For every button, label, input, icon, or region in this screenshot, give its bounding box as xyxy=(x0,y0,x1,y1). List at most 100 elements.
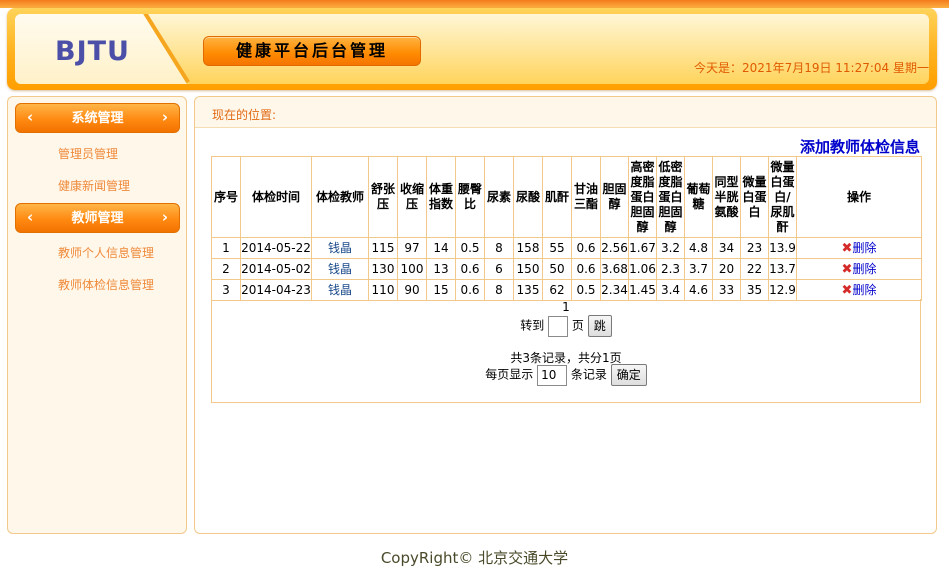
action-cell: ✖删除 xyxy=(796,237,922,259)
action-cell: ✖删除 xyxy=(796,258,922,280)
column-header: 腰臀比 xyxy=(455,156,485,238)
confirm-button[interactable]: 确定 xyxy=(610,364,647,386)
table-cell: 2 xyxy=(211,258,241,280)
table-cell: 33 xyxy=(712,279,741,301)
delete-icon: ✖ xyxy=(841,261,853,277)
sidebar-group-label: 系统管理 xyxy=(71,111,124,126)
table-cell: 13.7 xyxy=(768,258,797,280)
table-body: 1 2014-05-22 钱晶 115 97 14 0.5 8 158 55 0.6 2.56 1.67… xyxy=(211,237,922,301)
table-cell: 158 xyxy=(513,237,543,259)
table-cell: 1.67 xyxy=(628,237,657,259)
table-cell: 4.6 xyxy=(684,279,713,301)
table-cell: 2.34 xyxy=(600,279,629,301)
table-cell: 3.7 xyxy=(684,258,713,280)
header-top-strip xyxy=(0,0,949,8)
sidebar-item-admin[interactable]: 管理员管理 xyxy=(58,145,118,162)
table-cell: 35 xyxy=(740,279,769,301)
table-cell: 23 xyxy=(740,237,769,259)
chevron-right-icon: › xyxy=(161,208,168,226)
delete-button[interactable]: ✖删除 xyxy=(841,240,877,256)
table-cell: 2014-05-02 xyxy=(240,258,312,280)
table-cell: 150 xyxy=(513,258,543,280)
column-header: 体检时间 xyxy=(240,156,312,238)
table-cell: 90 xyxy=(397,279,427,301)
goto-suffix: 页 xyxy=(571,318,584,333)
table-cell: 1.45 xyxy=(628,279,657,301)
sidebar-group-teacher[interactable]: ‹ 教师管理 › xyxy=(15,203,180,233)
table-cell: 3.4 xyxy=(656,279,685,301)
table-cell: 6 xyxy=(484,258,514,280)
column-header: 高密度脂蛋白胆固醇 xyxy=(628,156,657,238)
column-header: 微量白蛋白 xyxy=(740,156,769,238)
delete-label: 删除 xyxy=(852,282,877,297)
exam-table: 序号 体检时间 体检教师 舒张压 收缩压 体重指数 腰臀比 尿素 尿酸 肌酐 甘… xyxy=(211,156,922,301)
delete-icon: ✖ xyxy=(841,282,853,298)
table-cell: 110 xyxy=(368,279,398,301)
table-cell: 62 xyxy=(542,279,572,301)
table-cell: 1 xyxy=(211,237,241,259)
per-page-row: 每页显示 10 条记录 确定 xyxy=(212,364,920,386)
column-header: 同型半胱氨酸 xyxy=(712,156,741,238)
table-cell: 2014-05-22 xyxy=(240,237,312,259)
sidebar-group-label: 教师管理 xyxy=(71,211,124,226)
table-cell: 2014-04-23 xyxy=(240,279,312,301)
delete-button[interactable]: ✖删除 xyxy=(841,282,877,298)
delete-icon: ✖ xyxy=(841,240,853,256)
header-inner: BJTU 健康平台后台管理 今天是：2021年7月19日 11:27:04 星期… xyxy=(15,14,929,84)
table-cell: 20 xyxy=(712,258,741,280)
table-cell: 0.6 xyxy=(455,258,485,280)
column-header: 甘油三酯 xyxy=(571,156,601,238)
table-cell: 12.9 xyxy=(768,279,797,301)
goto-page-input[interactable] xyxy=(548,315,569,337)
delete-button[interactable]: ✖删除 xyxy=(841,261,877,277)
goto-prefix: 转到 xyxy=(520,318,545,333)
footer-copyright: CopyRight© 北京交通大学 xyxy=(380,549,569,567)
column-header: 尿酸 xyxy=(513,156,543,238)
column-header: 操作 xyxy=(796,156,922,238)
chevron-right-icon: › xyxy=(161,108,168,126)
current-date: 今天是：2021年7月19日 11:27:04 星期一 xyxy=(694,61,929,75)
table-cell: 130 xyxy=(368,258,398,280)
table-cell: 2.3 xyxy=(656,258,685,280)
column-header: 低密度脂蛋白胆固醇 xyxy=(656,156,685,238)
table-cell: 3.2 xyxy=(656,237,685,259)
per-page-suffix: 条记录 xyxy=(570,367,607,382)
table-cell: 0.5 xyxy=(455,237,485,259)
column-header: 胆固醇 xyxy=(600,156,629,238)
sidebar-item-teacher-info[interactable]: 教师个人信息管理 xyxy=(58,244,154,261)
table-cell: 34 xyxy=(712,237,741,259)
table-cell: 55 xyxy=(542,237,572,259)
table-cell: 8 xyxy=(484,279,514,301)
table-cell: 13.9 xyxy=(768,237,797,259)
table-cell: 15 xyxy=(426,279,456,301)
teacher-name-cell: 钱晶 xyxy=(311,237,369,259)
table-cell: 8 xyxy=(484,237,514,259)
sidebar: ‹ 系统管理 › 管理员管理 健康新闻管理 ‹ 教师管理 › 教师个人信息管理 … xyxy=(7,96,187,534)
goto-button[interactable]: 跳 xyxy=(587,315,612,337)
per-page-prefix: 每页显示 xyxy=(485,367,534,382)
main-content: 现在的位置: 添加教师体检信息 序号 体检时间 体检教师 舒张压 收缩压 体重指… xyxy=(194,96,937,534)
table-cell: 2.56 xyxy=(600,237,629,259)
table-cell: 0.6 xyxy=(571,237,601,259)
table-cell: 3 xyxy=(211,279,241,301)
logo: BJTU xyxy=(55,36,130,67)
column-header: 收缩压 xyxy=(397,156,427,238)
table-cell: 100 xyxy=(397,258,427,280)
add-exam-link[interactable]: 添加教师体检信息 xyxy=(800,136,920,157)
action-cell: ✖删除 xyxy=(796,279,922,301)
table-cell: 22 xyxy=(740,258,769,280)
table-cell: 14 xyxy=(426,237,456,259)
table-cell: 50 xyxy=(542,258,572,280)
sidebar-group-system[interactable]: ‹ 系统管理 › xyxy=(15,103,180,133)
title-badge: 健康平台后台管理 xyxy=(203,36,421,66)
table-row: 2 2014-05-02 钱晶 130 100 13 0.6 6 150 50 0.6 3.68 1.0… xyxy=(211,258,922,280)
per-page-input[interactable]: 10 xyxy=(537,364,568,386)
column-header: 微量白蛋白/尿肌酐 xyxy=(768,156,797,238)
column-header: 尿素 xyxy=(484,156,514,238)
location-bar: 现在的位置: xyxy=(195,97,936,128)
sidebar-item-teacher-exam[interactable]: 教师体检信息管理 xyxy=(58,276,154,293)
table-cell: 115 xyxy=(368,237,398,259)
column-header: 序号 xyxy=(211,156,241,238)
column-header: 体检教师 xyxy=(311,156,369,238)
sidebar-item-news[interactable]: 健康新闻管理 xyxy=(58,177,130,194)
